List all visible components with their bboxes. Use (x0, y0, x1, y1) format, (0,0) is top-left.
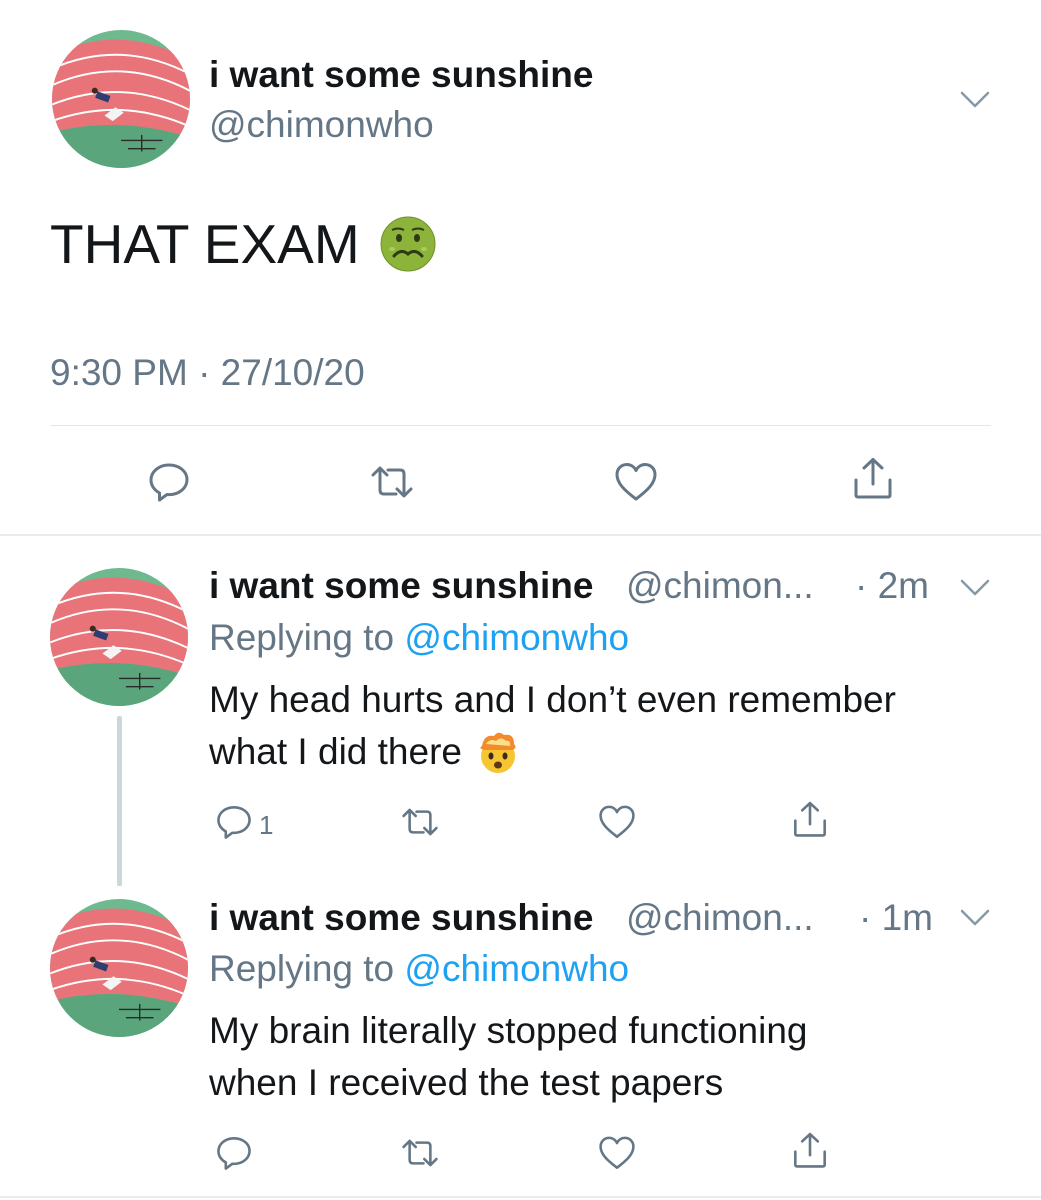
replying-to-label: Replying to (209, 948, 405, 989)
avatar[interactable] (52, 30, 190, 168)
reply-icon[interactable] (215, 803, 253, 841)
retweet-icon[interactable] (401, 1134, 439, 1172)
user-handle[interactable]: @chimonwho (209, 104, 434, 146)
chevron-down-icon[interactable] (960, 908, 990, 928)
replying-to-label: Replying to (209, 617, 405, 658)
reply-icon[interactable] (147, 460, 191, 504)
tweet-text: My head hurts and I don’t even remember … (209, 674, 999, 778)
divider (0, 1196, 1041, 1198)
thread-connector (117, 716, 122, 886)
chevron-down-icon[interactable] (960, 90, 990, 110)
share-icon[interactable] (791, 800, 829, 838)
share-icon[interactable] (851, 456, 895, 500)
reply-count: 1 (259, 810, 274, 840)
mention-link[interactable]: @chimonwho (404, 617, 629, 658)
retweet-icon[interactable] (401, 803, 439, 841)
tweet-text-line: My brain literally stopped functioning (209, 1010, 808, 1051)
tweet-text-line: My head hurts and I don’t even remember (209, 679, 896, 720)
retweet-icon[interactable] (370, 460, 414, 504)
tweet-time[interactable]: · 2m (855, 565, 929, 607)
tweet-text-content: THAT EXAM (50, 213, 360, 275)
user-handle[interactable]: @chimon... (626, 565, 814, 607)
heart-icon[interactable] (614, 460, 658, 504)
replying-to: Replying to @chimonwho (209, 948, 629, 990)
tweet-text-line: what I did there (209, 731, 462, 772)
replying-to: Replying to @chimonwho (209, 617, 629, 659)
nauseated-face-emoji (380, 216, 436, 272)
tweet-text: THAT EXAM (50, 212, 436, 276)
heart-icon[interactable] (598, 1134, 636, 1172)
user-handle[interactable]: @chimon... (626, 897, 814, 939)
chevron-down-icon[interactable] (960, 578, 990, 598)
avatar[interactable] (50, 568, 188, 706)
divider (0, 534, 1041, 536)
display-name[interactable]: i want some sunshine (209, 897, 593, 939)
reply-icon[interactable] (215, 1134, 253, 1172)
display-name[interactable]: i want some sunshine (209, 54, 593, 96)
heart-icon[interactable] (598, 803, 636, 841)
tweet-timestamp[interactable]: 9:30 PM · 27/10/20 (50, 352, 365, 394)
tweet-text-line: when I received the test papers (209, 1062, 724, 1103)
mention-link[interactable]: @chimonwho (404, 948, 629, 989)
display-name[interactable]: i want some sunshine (209, 565, 593, 607)
tweet-time[interactable]: · 1m (859, 897, 933, 939)
share-icon[interactable] (791, 1131, 829, 1169)
divider (50, 425, 991, 426)
tweet-text: My brain literally stopped functioning w… (209, 1005, 999, 1109)
avatar[interactable] (50, 899, 188, 1037)
exploding-head-emoji (476, 730, 520, 774)
